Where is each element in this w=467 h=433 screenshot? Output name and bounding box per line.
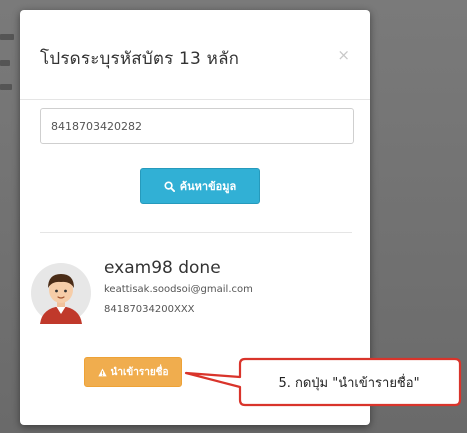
id-card-input[interactable] (40, 108, 354, 144)
modal-title: โปรดระบุรหัสบัตร 13 หลัก (40, 49, 240, 69)
import-button-label: นำเข้ารายชื่อ (110, 366, 169, 378)
user-id-number: 84187034200XXX (104, 304, 195, 315)
user-avatar-icon (31, 263, 91, 324)
background-fragment (0, 60, 10, 66)
close-icon[interactable]: × (337, 46, 350, 64)
user-email: keattisak.soodsoi@gmail.com (104, 284, 253, 295)
warning-icon (97, 367, 107, 376)
background-fragment (0, 84, 12, 90)
divider (40, 232, 352, 233)
modal-header: โปรดระบุรหัสบัตร 13 หลัก × (20, 10, 370, 100)
import-name-button[interactable]: นำเข้ารายชื่อ (84, 357, 182, 387)
user-name: exam98 done (104, 258, 221, 278)
search-button[interactable]: ค้นหาข้อมูล (140, 168, 260, 204)
callout-instruction: 5. กดปุ่ม "นำเข้ารายชื่อ" (278, 375, 420, 391)
search-icon (164, 180, 175, 192)
search-button-label: ค้นหาข้อมูล (179, 180, 237, 193)
background-fragment (0, 34, 14, 40)
